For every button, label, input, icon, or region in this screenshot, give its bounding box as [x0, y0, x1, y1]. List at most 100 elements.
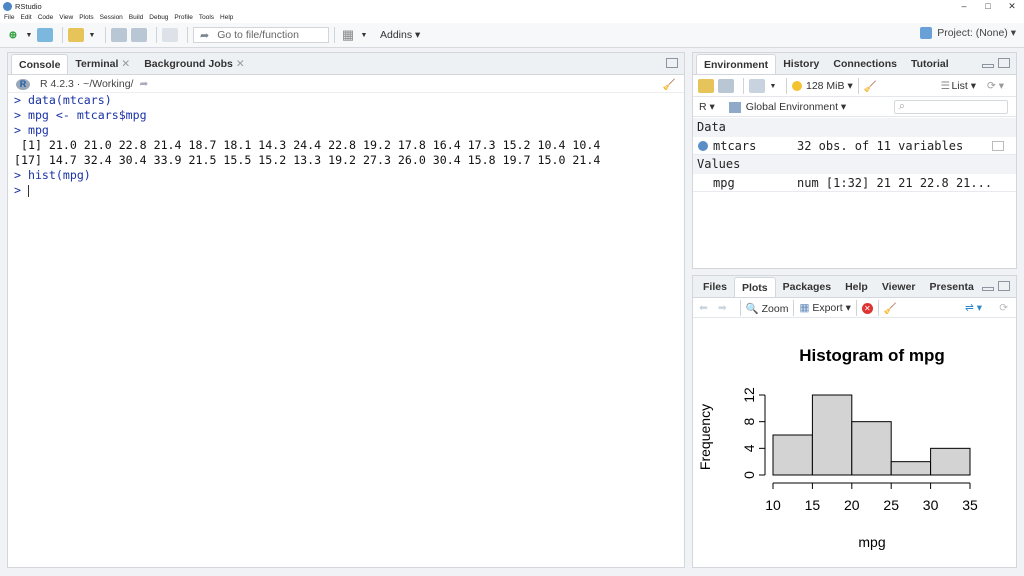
print-icon[interactable]	[162, 28, 178, 42]
close-icon[interactable]: ✕	[236, 58, 245, 70]
tab-connections[interactable]: Connections	[826, 54, 904, 74]
save-workspace-icon[interactable]	[718, 79, 734, 93]
export-icon: ▦	[799, 302, 810, 314]
tab-history[interactable]: History	[776, 54, 826, 74]
env-row-name: mtcars	[713, 139, 757, 153]
env-toolbar: ▼ 128 MiB ▾ 🧹 ☰ List ▾ ⟳ ▾	[693, 76, 1016, 97]
expand-icon[interactable]	[698, 141, 708, 151]
load-workspace-icon[interactable]	[698, 79, 714, 93]
scope-select[interactable]: Global Environment ▾	[746, 101, 846, 113]
restore-pane-icon[interactable]	[666, 58, 678, 68]
menu-edit[interactable]: Edit	[20, 14, 31, 21]
env-row-value: 32 obs. of 11 variables	[797, 139, 964, 153]
tab-packages[interactable]: Packages	[776, 277, 838, 297]
tab-packages-label: Packages	[782, 281, 832, 293]
working-directory[interactable]: R 4.2.3 · ~/Working/	[40, 78, 133, 90]
project-menu[interactable]: Project: (None) ▾	[920, 27, 1016, 39]
clear-plots-icon[interactable]: 🧹	[884, 302, 897, 315]
remove-plot-icon[interactable]: ✕	[861, 302, 873, 314]
menu-profile[interactable]: Profile	[174, 14, 192, 21]
minimize-pane-icon[interactable]	[982, 64, 994, 68]
console-prompt[interactable]: >	[14, 183, 684, 198]
chevron-down-icon[interactable]: ▼	[360, 28, 368, 42]
menu-session[interactable]: Session	[100, 14, 123, 21]
environment-icon	[728, 101, 741, 113]
env-search-input[interactable]: ⌕	[894, 100, 1008, 114]
section-data: Data	[693, 118, 1016, 137]
view-table-icon[interactable]	[992, 141, 1004, 151]
tab-viewer[interactable]: Viewer	[875, 277, 923, 297]
close-icon[interactable]: ✕	[121, 58, 130, 70]
grid-layout-icon[interactable]: ▦	[340, 27, 356, 42]
refresh-icon[interactable]: ⟳ ▾	[987, 80, 1004, 92]
window-title: RStudio	[15, 1, 42, 11]
section-values: Values	[693, 155, 1016, 174]
menu-file[interactable]: File	[4, 14, 14, 21]
maximize-button[interactable]: □	[976, 0, 1000, 12]
addins-button[interactable]: Addins ▾	[380, 29, 420, 41]
menu-debug[interactable]: Debug	[149, 14, 168, 21]
title-bar: RStudio – □ ✕	[0, 0, 1024, 12]
menu-help[interactable]: Help	[220, 14, 233, 21]
console-line: [1] 21.0 21.0 22.8 21.4 18.7 18.1 14.3 2…	[14, 138, 601, 152]
save-icon[interactable]	[111, 28, 127, 42]
close-button[interactable]: ✕	[1000, 0, 1024, 12]
rstudio-logo-icon	[3, 1, 12, 11]
console-line: > data(mtcars)	[14, 93, 112, 107]
zoom-button[interactable]: 🔍 Zoom	[746, 302, 789, 315]
back-arrow-icon[interactable]: ⬅	[699, 302, 708, 314]
tab-files[interactable]: Files	[696, 277, 734, 297]
memory-usage[interactable]: 128 MiB	[806, 80, 845, 92]
x-tick-label: 25	[883, 497, 899, 513]
tab-console[interactable]: Console	[11, 54, 69, 74]
chevron-down-icon[interactable]: ▼	[88, 28, 96, 42]
tab-presentation[interactable]: Presenta	[923, 277, 981, 297]
clear-objects-icon[interactable]: 🧹	[864, 80, 877, 93]
forward-arrow-icon[interactable]: ➡	[718, 302, 727, 314]
open-file-icon[interactable]	[68, 28, 84, 42]
console-output[interactable]: > data(mtcars) > mpg <- mtcars$mpg > mpg…	[14, 93, 684, 198]
tab-background-jobs[interactable]: Background Jobs ✕	[137, 54, 252, 74]
chevron-down-icon[interactable]: ▼	[25, 28, 33, 42]
minimize-button[interactable]: –	[952, 0, 976, 12]
tab-help-label: Help	[845, 281, 868, 293]
import-dataset-icon[interactable]	[749, 79, 765, 93]
minimize-pane-icon[interactable]	[982, 287, 994, 291]
text-cursor	[27, 184, 29, 197]
new-project-icon[interactable]	[37, 28, 53, 42]
memory-pie-icon[interactable]	[792, 81, 802, 91]
env-row[interactable]: mpg num [1:32] 21 21 22.8 21...	[693, 174, 1016, 192]
maximize-pane-icon[interactable]	[998, 281, 1010, 291]
publish-icon[interactable]: ⇌ ▾	[965, 302, 982, 314]
env-row[interactable]: mtcars 32 obs. of 11 variables	[693, 137, 1016, 155]
view-mode-select[interactable]: List ▾	[951, 80, 976, 92]
env-row-name: mpg	[713, 176, 735, 190]
tab-environment-label: Environment	[704, 59, 769, 71]
clear-console-icon[interactable]: 🧹	[663, 78, 676, 91]
maximize-pane-icon[interactable]	[998, 58, 1010, 68]
menu-tools[interactable]: Tools	[199, 14, 214, 21]
tab-help[interactable]: Help	[838, 277, 875, 297]
tab-terminal[interactable]: Terminal ✕	[68, 54, 137, 74]
tab-plots[interactable]: Plots	[733, 277, 776, 297]
menu-view[interactable]: View	[59, 14, 73, 21]
tab-tutorial-label: Tutorial	[910, 58, 949, 70]
refresh-icon[interactable]: ⟳	[999, 302, 1008, 314]
tab-background-jobs-label: Background Jobs	[144, 58, 233, 70]
share-arrow-icon[interactable]: ➦	[139, 78, 148, 90]
language-label: R	[699, 101, 707, 113]
goto-file-input[interactable]: ➦ Go to file/function	[193, 27, 329, 43]
tab-environment[interactable]: Environment	[696, 54, 777, 74]
new-file-icon[interactable]: ⊕	[5, 28, 21, 42]
menu-plots[interactable]: Plots	[79, 14, 93, 21]
export-button[interactable]: ▦ Export ▾	[799, 302, 850, 314]
save-all-icon[interactable]	[131, 28, 147, 42]
menu-code[interactable]: Code	[38, 14, 54, 21]
menu-build[interactable]: Build	[129, 14, 143, 21]
tab-tutorial[interactable]: Tutorial	[904, 54, 956, 74]
tab-viewer-label: Viewer	[881, 281, 916, 293]
chevron-down-icon[interactable]: ▼	[769, 79, 777, 93]
tab-connections-label: Connections	[833, 58, 897, 70]
language-select[interactable]: R ▾	[699, 101, 715, 113]
r-logo-icon: R	[16, 78, 30, 90]
